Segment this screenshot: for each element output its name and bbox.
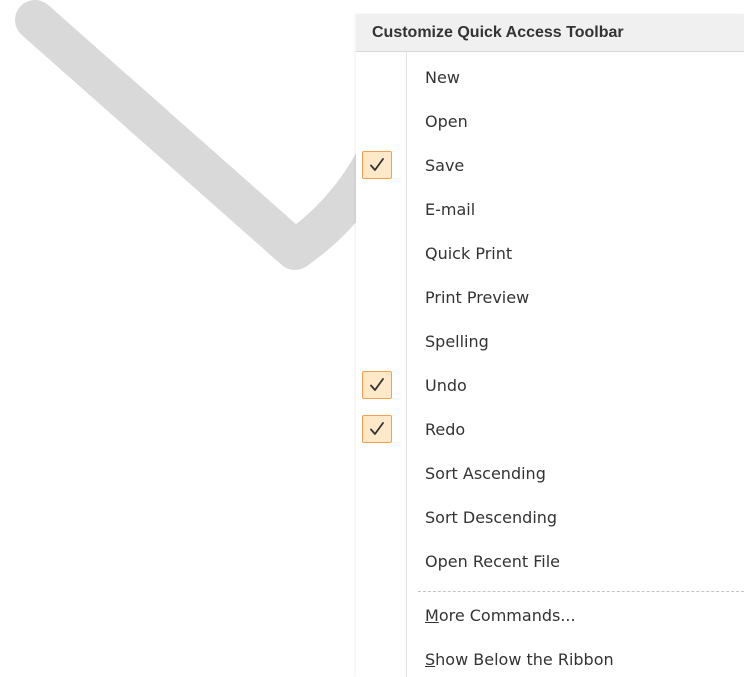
menu-item-label: Spelling xyxy=(425,332,489,351)
accelerator-key: S xyxy=(425,650,436,669)
menu-item-email[interactable]: E-mail xyxy=(356,188,744,232)
menu-item-label: Sort Ascending xyxy=(425,464,546,483)
menu-item-label-rest: ore Commands... xyxy=(438,606,576,625)
accelerator-key: M xyxy=(425,606,439,625)
menu-item-new[interactable]: New xyxy=(356,56,744,100)
menu-item-label: More Commands... xyxy=(425,594,576,638)
menu-item-print-preview[interactable]: Print Preview xyxy=(356,276,744,320)
menu-item-label: E-mail xyxy=(425,200,476,219)
menu-item-more-commands[interactable]: More Commands... xyxy=(356,594,744,638)
menu-item-undo[interactable]: Undo xyxy=(356,364,744,408)
menu-item-save[interactable]: Save xyxy=(356,144,744,188)
menu-item-quick-print[interactable]: Quick Print xyxy=(356,232,744,276)
menu-separator xyxy=(418,591,744,592)
menu-item-spelling[interactable]: Spelling xyxy=(356,320,744,364)
menu-item-label: Open Recent File xyxy=(425,552,560,571)
menu-item-label: Open xyxy=(425,112,468,131)
checkmark-icon xyxy=(362,371,392,399)
menu-item-label: Undo xyxy=(425,376,467,395)
checkmark-icon xyxy=(362,415,392,443)
menu-item-show-below-ribbon[interactable]: Show Below the Ribbon xyxy=(356,638,744,677)
menu-item-open-recent-file[interactable]: Open Recent File xyxy=(356,540,744,584)
menu-item-sort-descending[interactable]: Sort Descending xyxy=(356,496,744,540)
checkmark-icon xyxy=(362,151,392,179)
menu-item-label: Quick Print xyxy=(425,244,513,263)
menu-item-open[interactable]: Open xyxy=(356,100,744,144)
menu-item-label: Show Below the Ribbon xyxy=(425,638,614,677)
menu-item-redo[interactable]: Redo xyxy=(356,408,744,452)
menu-item-label: Redo xyxy=(425,420,466,439)
menu-item-label: New xyxy=(425,68,460,87)
menu-item-sort-ascending[interactable]: Sort Ascending xyxy=(356,452,744,496)
menu-title: Customize Quick Access Toolbar xyxy=(356,14,744,52)
menu-item-label-rest: how Below the Ribbon xyxy=(435,650,614,669)
customize-quick-access-toolbar-menu: Customize Quick Access Toolbar New Open … xyxy=(356,14,744,677)
menu-item-label: Sort Descending xyxy=(425,508,558,527)
screen: Customize Quick Access Toolbar New Open … xyxy=(0,0,744,677)
menu-item-label: Print Preview xyxy=(425,288,530,307)
menu-item-label: Save xyxy=(425,156,465,175)
